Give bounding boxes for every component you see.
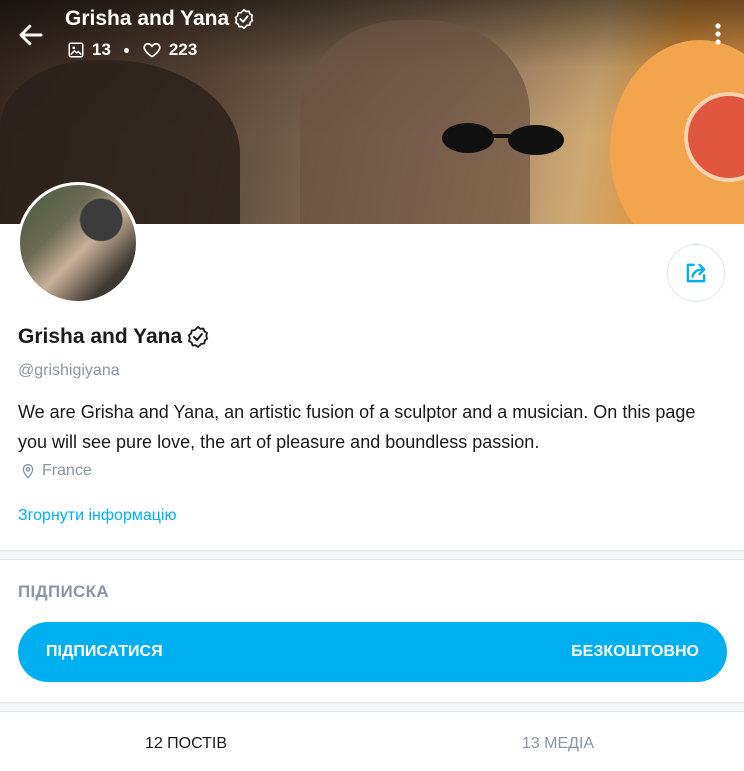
location-pin-icon <box>22 464 34 479</box>
location-text: France <box>42 462 92 479</box>
media-count: 13 <box>92 40 111 59</box>
back-arrow-icon[interactable] <box>16 20 46 50</box>
profile-tabs: 12 ПОСТІВ 13 МЕДІА <box>0 716 744 771</box>
divider <box>0 702 744 712</box>
profile-handle: @grishigiyana <box>18 362 120 379</box>
header-title-text: Grisha and Yana <box>65 7 230 30</box>
profile-bio: We are Grisha and Yana, an artistic fusi… <box>18 402 696 452</box>
subscription-title: ПІДПИСКА <box>18 582 109 601</box>
likes-count: 223 <box>168 40 198 59</box>
profile-name: Grisha and Yana <box>18 325 210 349</box>
more-vertical-icon[interactable] <box>706 20 730 48</box>
tab-media[interactable]: 13 МЕДІА <box>372 716 744 771</box>
divider <box>0 550 744 560</box>
verified-badge-icon <box>234 8 254 30</box>
separator-dot <box>123 47 129 53</box>
avatar[interactable] <box>17 182 139 304</box>
heart-icon <box>143 42 161 58</box>
subscribe-price-label: БЕЗКОШТОВНО <box>571 643 699 660</box>
verified-badge-icon <box>187 325 209 349</box>
subscribe-button-label: ПІДПИСАТИСЯ <box>46 643 163 660</box>
share-icon <box>686 263 706 283</box>
image-icon <box>68 42 84 58</box>
share-button[interactable] <box>667 244 725 302</box>
profile-location: France <box>20 462 92 480</box>
header-stats: 13 223 <box>67 40 197 60</box>
subscribe-button[interactable]: ПІДПИСАТИСЯ БЕЗКОШТОВНО <box>18 622 727 682</box>
tab-posts[interactable]: 12 ПОСТІВ <box>0 716 372 771</box>
collapse-info-link[interactable]: Згорнути інформацію <box>18 507 176 525</box>
header-title: Grisha and Yana <box>65 7 255 31</box>
profile-name-text: Grisha and Yana <box>18 325 183 348</box>
top-bar: Grisha and Yana 13 223 <box>0 0 744 70</box>
